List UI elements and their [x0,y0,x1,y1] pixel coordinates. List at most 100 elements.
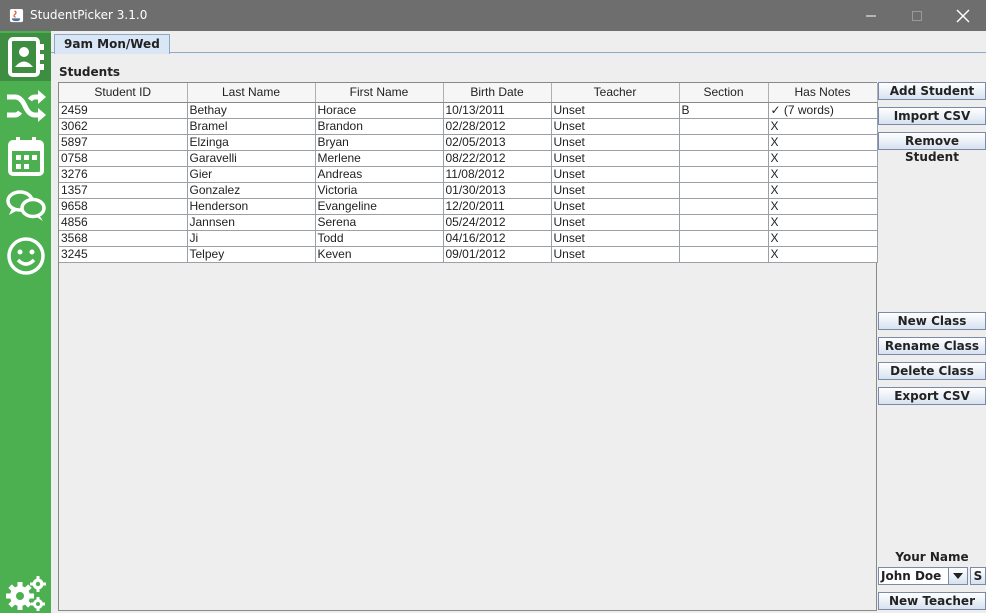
table-cell[interactable]: X [768,214,878,231]
table-cell[interactable]: Todd [315,230,444,247]
table-cell[interactable]: Unset [551,118,680,135]
table-cell[interactable]: Elzinga [187,134,316,151]
table-cell[interactable] [679,230,769,247]
column-header[interactable]: First Name [315,83,444,103]
new-class-button[interactable]: New Class [878,312,986,330]
table-cell[interactable]: 11/08/2012 [443,166,552,183]
table-cell[interactable]: ✓ (7 words) [768,102,878,119]
students-table[interactable]: Student ID Last Name First Name Birth Date T… [58,82,878,611]
sidebar-item-calendar[interactable] [0,132,51,180]
table-cell[interactable]: Keven [315,246,444,263]
table-cell[interactable]: Andreas [315,166,444,183]
export-csv-button[interactable]: Export CSV [878,387,986,405]
table-row[interactable]: 1357 Gonzalez Victoria 01/30/2013 Unset X [59,182,878,199]
table-cell[interactable]: Serena [315,214,444,231]
table-cell[interactable]: Jannsen [187,214,316,231]
table-cell[interactable]: Evangeline [315,198,444,215]
table-row[interactable]: 3062 Bramel Brandon 02/28/2012 Unset X [59,118,878,135]
table-cell[interactable]: X [768,134,878,151]
table-cell[interactable]: 3062 [59,118,188,135]
import-csv-button[interactable]: Import CSV [878,107,986,125]
table-cell[interactable]: X [768,198,878,215]
table-cell[interactable]: Telpey [187,246,316,263]
table-cell[interactable]: 12/20/2011 [443,198,552,215]
table-cell[interactable]: Henderson [187,198,316,215]
table-cell[interactable]: 5897 [59,134,188,151]
table-cell[interactable]: 4856 [59,214,188,231]
remove-student-button[interactable]: Remove Student [878,132,986,164]
table-cell[interactable]: Victoria [315,182,444,199]
table-cell[interactable]: 10/13/2011 [443,102,552,119]
table-cell[interactable] [679,166,769,183]
table-cell[interactable]: 02/05/2013 [443,134,552,151]
table-row[interactable]: 3245 Telpey Keven 09/01/2012 Unset X [59,246,878,263]
table-cell[interactable]: X [768,118,878,135]
column-header[interactable]: Has Notes [768,83,878,103]
table-cell[interactable]: 2459 [59,102,188,119]
table-cell[interactable]: Unset [551,166,680,183]
table-cell[interactable]: Bryan [315,134,444,151]
column-header[interactable]: Student ID [59,83,188,103]
table-cell[interactable]: 3245 [59,246,188,263]
table-cell[interactable] [679,214,769,231]
table-cell[interactable]: Unset [551,102,680,119]
sidebar-item-chat[interactable] [0,182,51,230]
sidebar-item-students[interactable] [0,33,51,81]
table-cell[interactable]: Gier [187,166,316,183]
maximize-button[interactable] [894,0,940,31]
table-row[interactable]: 3568 Ji Todd 04/16/2012 Unset X [59,230,878,247]
table-cell[interactable] [679,134,769,151]
delete-class-button[interactable]: Delete Class [878,362,986,380]
table-cell[interactable] [679,246,769,263]
table-cell[interactable]: 08/22/2012 [443,150,552,167]
table-cell[interactable]: Unset [551,230,680,247]
column-header[interactable]: Section [679,83,769,103]
table-cell[interactable]: Brandon [315,118,444,135]
table-cell[interactable]: 0758 [59,150,188,167]
table-cell[interactable]: 04/16/2012 [443,230,552,247]
table-row[interactable]: 4856 Jannsen Serena 05/24/2012 Unset X [59,214,878,231]
table-cell[interactable]: B [679,102,769,119]
sidebar-item-smiley[interactable] [0,232,51,280]
table-cell[interactable] [679,150,769,167]
teacher-small-button[interactable]: S [970,567,986,585]
table-cell[interactable] [679,118,769,135]
table-cell[interactable]: X [768,166,878,183]
table-cell[interactable]: Merlene [315,150,444,167]
table-cell[interactable]: Bethay [187,102,316,119]
table-cell[interactable]: X [768,230,878,247]
table-cell[interactable]: 09/01/2012 [443,246,552,263]
table-cell[interactable]: 01/30/2013 [443,182,552,199]
minimize-button[interactable] [848,0,894,31]
table-cell[interactable]: Unset [551,246,680,263]
table-row[interactable]: 9658 Henderson Evangeline 12/20/2011 Unset X [59,198,878,215]
table-cell[interactable]: 9658 [59,198,188,215]
table-cell[interactable]: Ji [187,230,316,247]
close-button[interactable] [940,0,986,31]
column-header[interactable]: Teacher [551,83,680,103]
table-cell[interactable] [679,198,769,215]
add-student-button[interactable]: Add Student [878,82,986,100]
table-cell[interactable]: Unset [551,214,680,231]
table-row[interactable]: 2459 Bethay Horace 10/13/2011 Unset B ✓ (7 wor… [59,102,878,119]
column-header[interactable]: Birth Date [443,83,552,103]
table-cell[interactable]: X [768,150,878,167]
new-teacher-button[interactable]: New Teacher [878,592,986,610]
table-row[interactable]: 5897 Elzinga Bryan 02/05/2013 Unset X [59,134,878,151]
table-row[interactable]: 0758 Garavelli Merlene 08/22/2012 Unset X [59,150,878,167]
tab-9am-mon-wed[interactable]: 9am Mon/Wed [54,34,170,54]
table-cell[interactable]: 1357 [59,182,188,199]
table-cell[interactable]: Unset [551,150,680,167]
table-row[interactable]: 3276 Gier Andreas 11/08/2012 Unset X [59,166,878,183]
table-cell[interactable]: Horace [315,102,444,119]
table-cell[interactable]: Garavelli [187,150,316,167]
table-cell[interactable]: 05/24/2012 [443,214,552,231]
sidebar-item-settings[interactable] [0,568,51,613]
table-cell[interactable]: X [768,182,878,199]
table-cell[interactable]: 02/28/2012 [443,118,552,135]
column-header[interactable]: Last Name [187,83,316,103]
table-cell[interactable]: Bramel [187,118,316,135]
table-cell[interactable]: 3568 [59,230,188,247]
table-cell[interactable]: Gonzalez [187,182,316,199]
table-cell[interactable] [679,182,769,199]
